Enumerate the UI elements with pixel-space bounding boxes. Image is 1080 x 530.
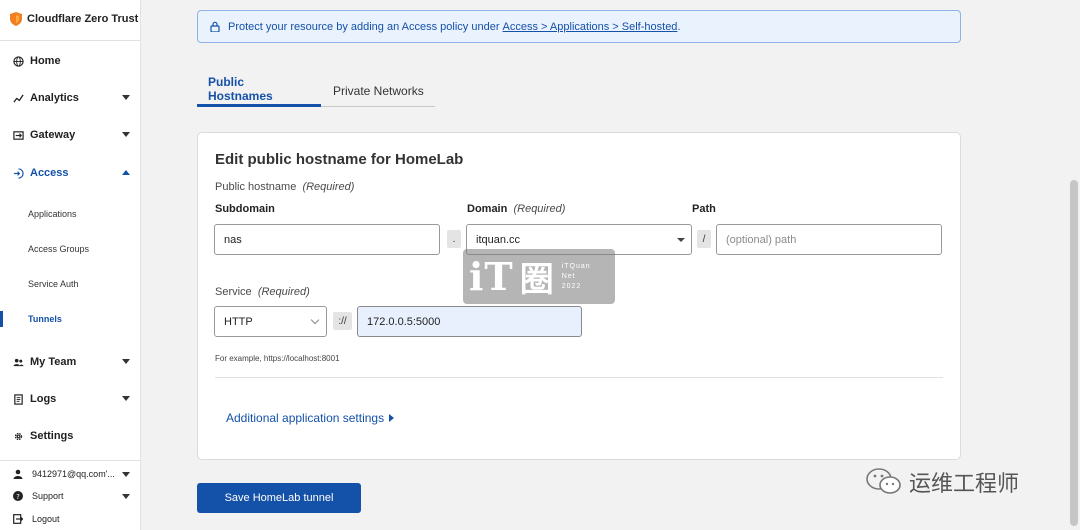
sidebar-item-label: Home (30, 55, 61, 67)
path-label: Path (692, 203, 716, 215)
sidebar-item-gateway[interactable]: Gateway (0, 123, 141, 147)
watermark-logo-char: 圈 (519, 261, 554, 299)
notice-text: Protect your resource by adding an Acces… (228, 20, 500, 33)
chevron-up-icon[interactable] (122, 170, 130, 175)
gateway-icon (12, 129, 24, 141)
required-note: (Required) (257, 286, 310, 298)
logout-link[interactable]: Logout (0, 509, 141, 529)
service-type-value: HTTP (224, 315, 253, 328)
wechat-icon (866, 468, 901, 494)
divider (215, 377, 943, 378)
sidebar-subitem-applications[interactable]: Applications (28, 209, 77, 219)
chevron-down-icon[interactable] (122, 359, 130, 364)
globe-icon (12, 55, 24, 67)
sidebar-item-access[interactable]: Access (0, 161, 141, 185)
sign-in-icon (12, 167, 24, 179)
lock-icon (210, 21, 220, 32)
watermark-caption: iTQuan Net 2022 (562, 262, 591, 292)
sidebar-item-label: My Team (30, 356, 77, 368)
chart-line-icon (12, 92, 24, 104)
gear-icon (12, 430, 24, 442)
logout-label: Logout (32, 514, 60, 524)
sidebar-item-analytics[interactable]: Analytics (0, 86, 141, 110)
sidebar-subitem-access-groups[interactable]: Access Groups (28, 244, 89, 254)
subdomain-label: Subdomain (215, 203, 275, 215)
notice-suffix: . (677, 20, 681, 33)
chevron-down-icon[interactable] (122, 95, 130, 100)
sidebar-item-settings[interactable]: Settings (0, 424, 141, 448)
label-text: Service (215, 286, 252, 298)
notice-link[interactable]: Access > Applications > Self-hosted (503, 21, 678, 33)
user-icon (12, 468, 24, 480)
chevron-down-icon (310, 315, 320, 325)
caret-right-icon (389, 414, 395, 422)
logout-icon (12, 513, 24, 525)
chevron-down-icon[interactable] (122, 494, 130, 499)
document-icon (12, 393, 24, 405)
slash-separator: / (697, 230, 711, 248)
tab-public-hostnames[interactable]: Public Hostnames (197, 74, 321, 107)
save-tunnel-button[interactable]: Save HomeLab tunnel (197, 483, 361, 513)
users-icon (12, 356, 24, 368)
domain-label: Domain (Required) (467, 203, 565, 215)
itquan-watermark: iT 圈 iTQuan Net 2022 (463, 249, 615, 304)
brand[interactable]: Cloudflare Zero Trust (10, 12, 138, 26)
sidebar-item-label: Logs (30, 393, 57, 405)
sidebar-item-my-team[interactable]: My Team (0, 350, 141, 374)
service-hint: For example, https://localhost:8001 (215, 354, 340, 363)
wechat-watermark: 运维工程师 (865, 466, 1019, 498)
scrollbar-thumb[interactable] (1070, 180, 1078, 526)
watermark-line: 2022 (561, 282, 582, 290)
sidebar-item-home[interactable]: Home (0, 49, 141, 73)
support-menu[interactable]: ? Support (0, 486, 141, 506)
path-input[interactable]: (optional) path (716, 224, 942, 255)
sidebar-item-label: Access (30, 167, 69, 179)
chevron-down-icon[interactable] (122, 396, 130, 401)
chevron-down-icon[interactable] (122, 132, 130, 137)
wechat-name: 运维工程师 (909, 471, 1020, 496)
sidebar-item-logs[interactable]: Logs (0, 387, 141, 411)
account-email: 9412971@qq.com'... (32, 469, 115, 479)
sidebar-subitem-tunnels[interactable]: Tunnels (28, 314, 62, 324)
active-indicator (0, 311, 3, 327)
required-note: (Required) (302, 181, 355, 193)
watermark-line: iTQuan (561, 262, 591, 270)
card-title: Edit public hostname for HomeLab (215, 151, 464, 168)
sidebar: Cloudflare Zero Trust Home Analytics Gat… (0, 0, 141, 530)
domain-value: itquan.cc (476, 233, 521, 246)
shield-logo-icon (10, 12, 22, 26)
svg-text:?: ? (16, 493, 20, 501)
label-text: Domain (467, 203, 508, 215)
link-text: Additional application settings (226, 411, 385, 425)
service-label: Service (Required) (215, 286, 310, 298)
tab-private-networks[interactable]: Private Networks (322, 74, 435, 107)
additional-settings-link[interactable]: Additional application settings (226, 411, 395, 425)
required-note: (Required) (513, 203, 566, 215)
divider (0, 40, 141, 41)
account-menu[interactable]: 9412971@qq.com'... (0, 464, 141, 484)
sidebar-item-label: Gateway (30, 129, 76, 141)
scrollbar[interactable] (1068, 0, 1080, 530)
chevron-down-icon[interactable] (122, 472, 130, 477)
subdomain-input[interactable]: nas (214, 224, 440, 255)
support-label: Support (32, 491, 64, 501)
label-text: Public hostname (215, 181, 297, 193)
tab-bar: Public Hostnames Private Networks (197, 74, 435, 107)
watermark-line: Net (561, 272, 576, 280)
access-policy-notice: Protect your resource by adding an Acces… (197, 10, 961, 43)
brand-name: Cloudflare Zero Trust (27, 13, 139, 25)
scheme-separator: :// (333, 312, 352, 330)
caret-down-icon (677, 238, 685, 242)
watermark-logo: iT (469, 254, 514, 299)
sidebar-item-label: Settings (30, 430, 74, 442)
service-type-select[interactable]: HTTP (214, 306, 327, 337)
help-icon: ? (12, 490, 24, 502)
sidebar-subitem-service-auth[interactable]: Service Auth (28, 279, 79, 289)
service-url-input[interactable]: 172.0.0.5:5000 (357, 306, 582, 337)
divider (0, 460, 141, 461)
public-hostname-label: Public hostname (Required) (215, 181, 354, 193)
dot-separator: . (447, 230, 461, 248)
sidebar-item-label: Analytics (30, 92, 79, 104)
